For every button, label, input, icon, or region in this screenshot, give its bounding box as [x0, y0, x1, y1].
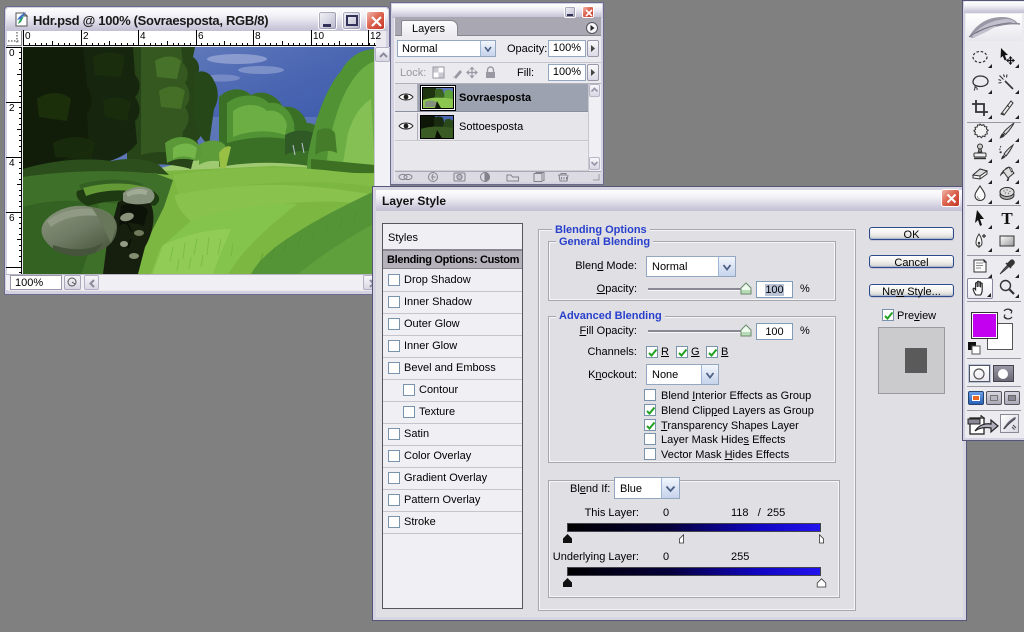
- svg-text:T: T: [1001, 209, 1013, 227]
